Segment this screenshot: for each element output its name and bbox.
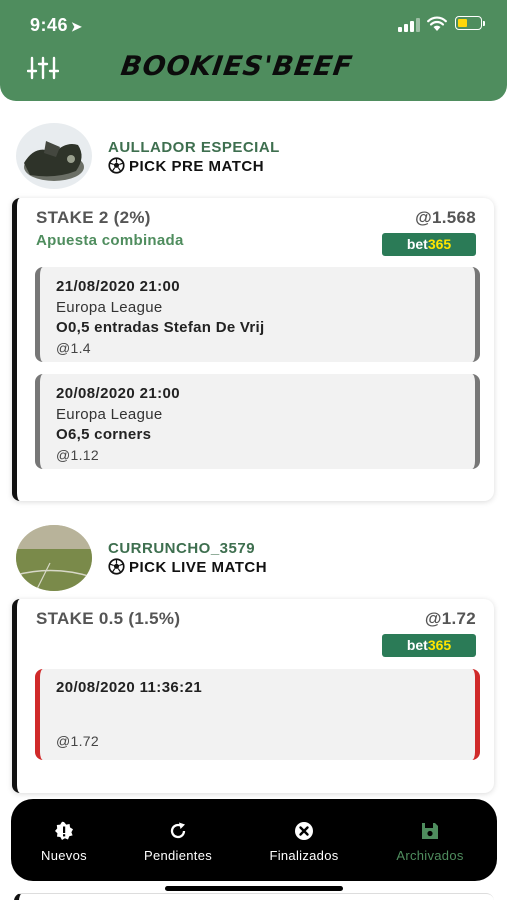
next-pick-card-edge [14,893,494,900]
pick-type-label: PICK LIVE MATCH [108,558,267,576]
home-indicator[interactable] [165,886,343,891]
selection-odds: @1.4 [56,340,91,356]
pick-card[interactable]: STAKE 0.5 (1.5%) @1.72 bet365 20/08/2020… [12,599,494,793]
selection-item[interactable]: 20/08/2020 11:36:21 @1.72 [35,669,480,760]
selection-item[interactable]: 20/08/2020 21:00 Europa League O6,5 corn… [35,374,480,469]
total-odds: @1.568 [415,208,476,227]
app-header: 9:46 ➤ BOOKIES'BEEF [0,0,507,101]
app-logo: BOOKIES'BEEF [118,51,355,82]
selection-date: 20/08/2020 11:36:21 [56,679,203,696]
selection-league: Europa League [56,299,163,316]
selection-odds: @1.12 [56,447,99,463]
tab-label: Archivados [396,848,464,863]
selection-odds: @1.72 [56,733,99,749]
location-arrow-icon: ➤ [71,19,83,34]
tipster-name[interactable]: AULLADOR ESPECIAL [108,139,280,156]
soccer-ball-icon [108,558,125,575]
cellular-signal-icon [398,18,420,32]
selection-market: O0,5 entradas Stefan De Vrij [56,319,265,336]
total-odds: @1.72 [424,609,476,628]
battery-icon [455,16,485,30]
tab-pendientes[interactable]: Pendientes [129,799,227,881]
save-icon [422,823,438,839]
tipster-avatar[interactable] [16,525,92,591]
refresh-icon [170,822,186,839]
stake-label: STAKE 0.5 (1.5%) [36,609,181,628]
selection-league: Europa League [56,406,163,423]
bookmaker-badge[interactable]: bet365 [382,634,476,657]
wifi-icon [427,16,447,31]
soccer-ball-icon [108,157,125,174]
stake-label: STAKE 2 (2%) [36,208,151,227]
bet-type-label: Apuesta combinada [36,232,184,249]
tab-finalizados[interactable]: Finalizados [255,799,353,881]
selection-market: O6,5 corners [56,426,152,443]
selection-date: 20/08/2020 21:00 [56,385,181,402]
bottom-tab-bar: Nuevos Pendientes Finalizados Archivados [11,799,497,881]
pick-card[interactable]: STAKE 2 (2%) @1.568 Apuesta combinada be… [12,198,494,501]
tab-label: Finalizados [269,848,339,863]
tab-label: Pendientes [143,848,213,863]
selection-date: 21/08/2020 21:00 [56,278,181,295]
tab-label: Nuevos [41,848,87,863]
pick-type-label: PICK PRE MATCH [108,157,264,175]
tipster-avatar[interactable] [16,123,92,189]
selection-item[interactable]: 21/08/2020 21:00 Europa League O0,5 entr… [35,267,480,362]
filter-sliders-icon[interactable] [27,56,59,80]
tab-archivados[interactable]: Archivados [383,799,477,881]
alert-badge-icon [55,821,73,840]
close-circle-icon [295,822,313,840]
bookmaker-badge[interactable]: bet365 [382,233,476,256]
tab-nuevos[interactable]: Nuevos [23,799,105,881]
status-time: 9:46 ➤ [30,15,83,35]
tipster-name[interactable]: CURRUNCHO_3579 [108,540,255,557]
